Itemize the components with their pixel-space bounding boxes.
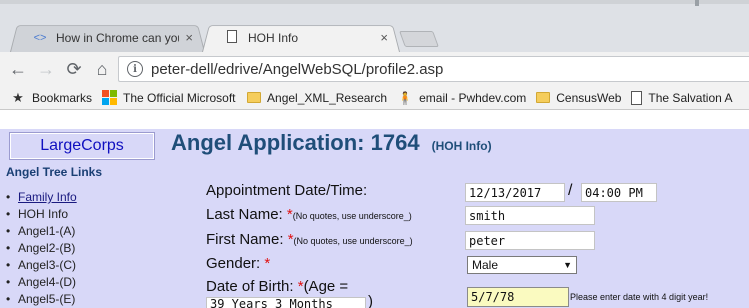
appointment-date-input[interactable]: 12/13/2017 bbox=[465, 183, 565, 202]
forward-button[interactable]: → bbox=[32, 55, 60, 83]
dob-hint: Please enter date with 4 digit year! bbox=[570, 292, 709, 302]
bookmark-label: The Salvation A bbox=[648, 90, 733, 105]
first-name-note: (No quotes, use underscore_) bbox=[293, 236, 413, 246]
new-tab-button[interactable] bbox=[399, 31, 439, 47]
sidebar-link[interactable]: Family Info bbox=[18, 190, 77, 204]
age-display-field: 39 Years 3 Months bbox=[206, 297, 366, 308]
bookmark-label: The Official Microsoft bbox=[123, 90, 236, 105]
sidebar-item-label[interactable]: Angel2-(B) bbox=[18, 241, 75, 255]
bookmark-label: email - Pwhdev.com bbox=[419, 90, 527, 105]
star-icon: ★ bbox=[12, 89, 24, 105]
bookmark-label: Bookmarks bbox=[32, 90, 93, 105]
gender-label: Gender: bbox=[206, 255, 261, 272]
bookmark-microsoft[interactable]: The Official Microsoft bbox=[102, 90, 237, 105]
first-name-label-row: First Name: *(No quotes, use underscore_… bbox=[206, 231, 413, 248]
folder-icon bbox=[536, 92, 551, 103]
sidebar-item-label: HOH Info bbox=[18, 207, 69, 221]
date-time-separator: / bbox=[568, 182, 573, 199]
toolbar: ← → ⟳ ⌂ i peter-dell/edrive/AngelWebSQL/… bbox=[0, 52, 749, 86]
dob-age-suffix: ) bbox=[368, 293, 373, 308]
sidebar-heading: Angel Tree Links bbox=[6, 165, 103, 179]
page-top-strip bbox=[0, 111, 749, 129]
dob-label-row: Date of Birth: *(Age = bbox=[206, 278, 348, 295]
application-title: Angel Application: 1764 bbox=[171, 130, 420, 155]
sidebar-item-label[interactable]: Angel4-(D) bbox=[18, 275, 76, 289]
last-name-input[interactable]: smith bbox=[465, 206, 595, 225]
dob-input[interactable]: 5/7/78 bbox=[467, 287, 569, 307]
bookmark-angel-xml-research[interactable]: Angel_XML_Research bbox=[247, 91, 387, 105]
bookmark-label: CensusWeb bbox=[556, 90, 622, 105]
bookmarks-bar: ★ Bookmarks The Official Microsoft Angel… bbox=[0, 86, 749, 110]
window-top-edge bbox=[0, 0, 749, 4]
required-marker: * bbox=[264, 255, 271, 272]
sidebar-item-label[interactable]: Angel1-(A) bbox=[18, 224, 75, 238]
window-edge-mark bbox=[695, 0, 699, 6]
last-name-label: Last Name: bbox=[206, 206, 283, 223]
url-text[interactable]: peter-dell/edrive/AngelWebSQL/profile2.a… bbox=[151, 61, 443, 78]
appointment-time-input[interactable]: 04:00 PM bbox=[581, 183, 657, 202]
close-icon[interactable]: × bbox=[380, 30, 388, 45]
tab-strip: <> How in Chrome can you × HOH Info × bbox=[0, 0, 749, 52]
back-button[interactable]: ← bbox=[4, 55, 32, 83]
sidebar-item-label[interactable]: Angel5-(E) bbox=[18, 292, 75, 306]
info-icon[interactable]: i bbox=[127, 61, 143, 77]
browser-window: <> How in Chrome can you × HOH Info × ← … bbox=[0, 0, 749, 308]
person-icon: 🧍 bbox=[397, 90, 413, 105]
last-name-label-row: Last Name: *(No quotes, use underscore_) bbox=[206, 206, 412, 223]
page-title: Angel Application: 1764 (HOH Info) bbox=[171, 130, 492, 156]
sidebar-item-family-info[interactable]: • Family Info bbox=[6, 189, 77, 206]
bookmark-label: Angel_XML_Research bbox=[267, 90, 388, 105]
bookmark-censusweb[interactable]: CensusWeb bbox=[536, 91, 621, 105]
tab-hoh-info[interactable]: HOH Info × bbox=[202, 23, 400, 52]
first-name-input[interactable]: peter bbox=[465, 231, 595, 250]
page-icon bbox=[631, 90, 643, 105]
folder-icon bbox=[247, 92, 262, 103]
last-name-note: (No quotes, use underscore_) bbox=[292, 211, 412, 221]
sidebar-item-hoh-info: • HOH Info bbox=[6, 207, 69, 221]
close-icon[interactable]: × bbox=[185, 30, 193, 45]
gender-label-row: Gender: * bbox=[206, 255, 270, 272]
reload-button[interactable]: ⟳ bbox=[60, 55, 88, 83]
bookmark-email-pwhdev[interactable]: 🧍 email - Pwhdev.com bbox=[397, 90, 527, 105]
sidebar-item-label[interactable]: Angel3-(C) bbox=[18, 258, 76, 272]
page-icon bbox=[224, 29, 240, 46]
brand-box[interactable]: LargeCorps bbox=[9, 132, 155, 160]
gender-select[interactable]: Male ▼ bbox=[467, 256, 577, 274]
address-bar[interactable]: i peter-dell/edrive/AngelWebSQL/profile2… bbox=[118, 56, 749, 82]
sidebar-item-angel3[interactable]: • Angel3-(C) bbox=[6, 257, 77, 274]
sidebar-links: • Family Info • HOH Info • Angel1-(A) • Ange… bbox=[6, 189, 77, 308]
appointment-label: Appointment Date/Time: bbox=[206, 182, 368, 199]
sidebar-item-angel5[interactable]: • Angel5-(E) bbox=[6, 291, 77, 308]
chevron-down-icon: ▼ bbox=[563, 260, 572, 270]
dob-label: Date of Birth: bbox=[206, 278, 294, 295]
bookmark-salvation[interactable]: The Salvation A bbox=[631, 90, 733, 105]
tab-title: How in Chrome can you bbox=[56, 30, 180, 45]
home-button[interactable]: ⌂ bbox=[88, 55, 116, 83]
page-subtitle: (HOH Info) bbox=[431, 139, 492, 153]
page-content: LargeCorps Angel Tree Links • Family Info… bbox=[0, 111, 749, 308]
tab-how-in-chrome[interactable]: <> How in Chrome can you × bbox=[10, 23, 205, 52]
sidebar-item-angel1[interactable]: • Angel1-(A) bbox=[6, 223, 77, 240]
code-icon: <> bbox=[33, 31, 47, 44]
gender-selected-value: Male bbox=[472, 258, 499, 272]
first-name-label: First Name: bbox=[206, 231, 284, 248]
sidebar-item-angel2[interactable]: • Angel2-(B) bbox=[6, 240, 77, 257]
sidebar-item-angel4[interactable]: • Angel4-(D) bbox=[6, 274, 77, 291]
dob-age-prefix: (Age = bbox=[303, 278, 349, 295]
tab-title: HOH Info bbox=[248, 30, 299, 45]
microsoft-icon bbox=[102, 90, 118, 105]
bookmark-bookmarks[interactable]: ★ Bookmarks bbox=[10, 89, 93, 105]
